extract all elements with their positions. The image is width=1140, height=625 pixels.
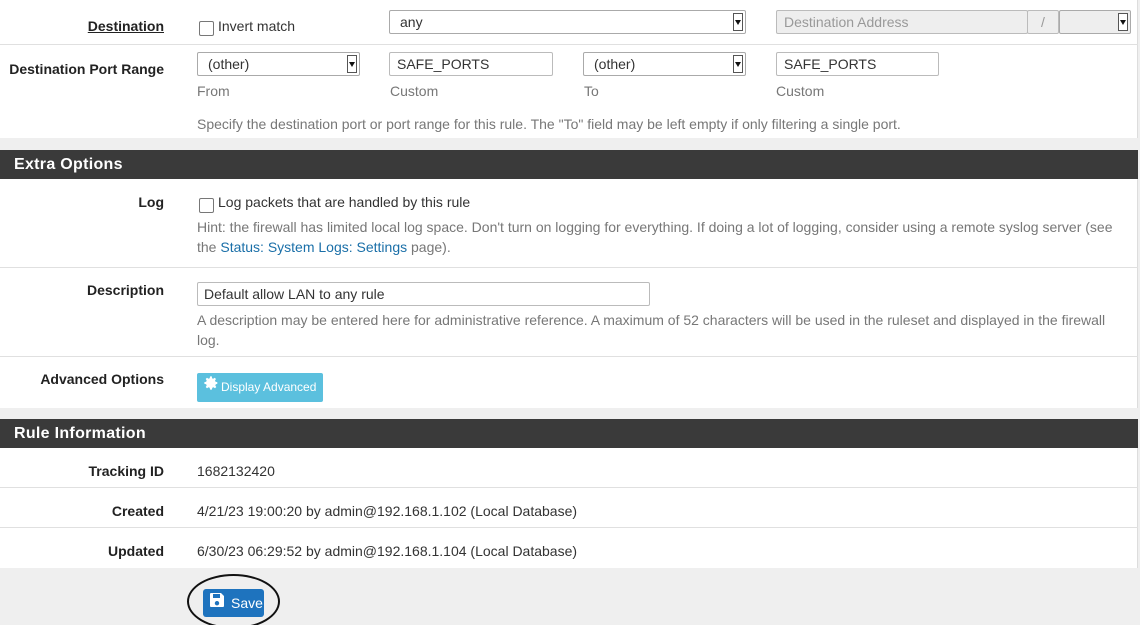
port-to-value: (other) [594,56,636,72]
extra-options-heading: Extra Options [0,150,1138,179]
log-label: Log [138,194,164,210]
tracking-id-value: 1682132420 [197,463,275,479]
cidr-slash: / [1041,14,1045,30]
destination-address-input[interactable]: Destination Address [776,10,1028,34]
log-hint-end: page). [407,239,451,255]
destination-type-select[interactable]: any [389,10,746,34]
description-hint-line1: A description may be entered here for ad… [197,312,1106,328]
row-divider [0,356,1138,357]
rule-information-panel: Tracking ID 1682132420 Created 4/21/23 1… [0,448,1138,568]
advanced-options-label: Advanced Options [40,371,164,387]
highlight-circle [187,574,280,625]
log-hint-line2: the Status: System Logs: Settings page). [197,237,451,257]
cidr-separator: / [1027,10,1059,34]
row-divider [0,44,1138,45]
updated-value: 6/30/23 06:29:52 by admin@192.168.1.104 … [197,543,578,559]
custom-sublabel-to: Custom [776,83,825,99]
select-arrow-icon [1118,13,1128,31]
port-range-label: Destination Port Range [9,61,164,77]
system-logs-settings-link[interactable]: Status: System Logs: Settings [220,239,407,255]
destination-address-placeholder: Destination Address [784,14,909,30]
log-checkbox[interactable] [199,198,214,213]
gear-icon [203,373,219,402]
port-to-custom-input[interactable]: SAFE_PORTS [776,52,939,76]
destination-panel: Destination Invert match any Destination… [0,0,1138,138]
tracking-id-label: Tracking ID [88,463,164,479]
invert-match-checkbox[interactable] [199,21,214,36]
port-from-value: (other) [208,56,250,72]
created-value: 4/21/23 19:00:20 by admin@192.168.1.102 … [197,503,578,519]
destination-label: Destination [87,18,164,34]
custom-sublabel-from: Custom [390,83,439,99]
row-divider [0,527,1138,528]
port-range-hint: Specify the destination port or port ran… [197,116,901,132]
description-hint-line2: log. [197,332,220,348]
destination-cidr-select[interactable] [1059,10,1131,34]
port-from-custom-input[interactable]: SAFE_PORTS [389,52,553,76]
display-advanced-label: Display Advanced [221,380,317,394]
display-advanced-button[interactable]: Display Advanced [197,373,323,402]
from-sublabel: From [197,83,230,99]
port-to-custom-value: SAFE_PORTS [784,56,877,72]
row-divider [0,267,1138,268]
extra-options-panel: Log Log packets that are handled by this… [0,179,1138,408]
log-checkbox-label: Log packets that are handled by this rul… [218,194,471,210]
log-hint-the: the [197,239,221,255]
row-divider [0,487,1138,488]
port-from-custom-value: SAFE_PORTS [397,56,490,72]
select-arrow-icon [733,55,743,73]
description-label: Description [86,282,164,298]
port-from-select[interactable]: (other) [197,52,360,76]
rule-information-heading: Rule Information [0,419,1138,448]
updated-label: Updated [108,543,164,559]
log-hint-line1: Hint: the firewall has limited local log… [197,219,1113,235]
description-input[interactable]: Default allow LAN to any rule [197,282,650,306]
description-value: Default allow LAN to any rule [204,286,385,302]
invert-match-label: Invert match [218,18,296,34]
select-arrow-icon [733,13,743,31]
to-sublabel: To [584,83,599,99]
created-label: Created [111,503,164,519]
select-arrow-icon [347,55,357,73]
destination-type-value: any [400,14,423,30]
port-to-select[interactable]: (other) [583,52,746,76]
